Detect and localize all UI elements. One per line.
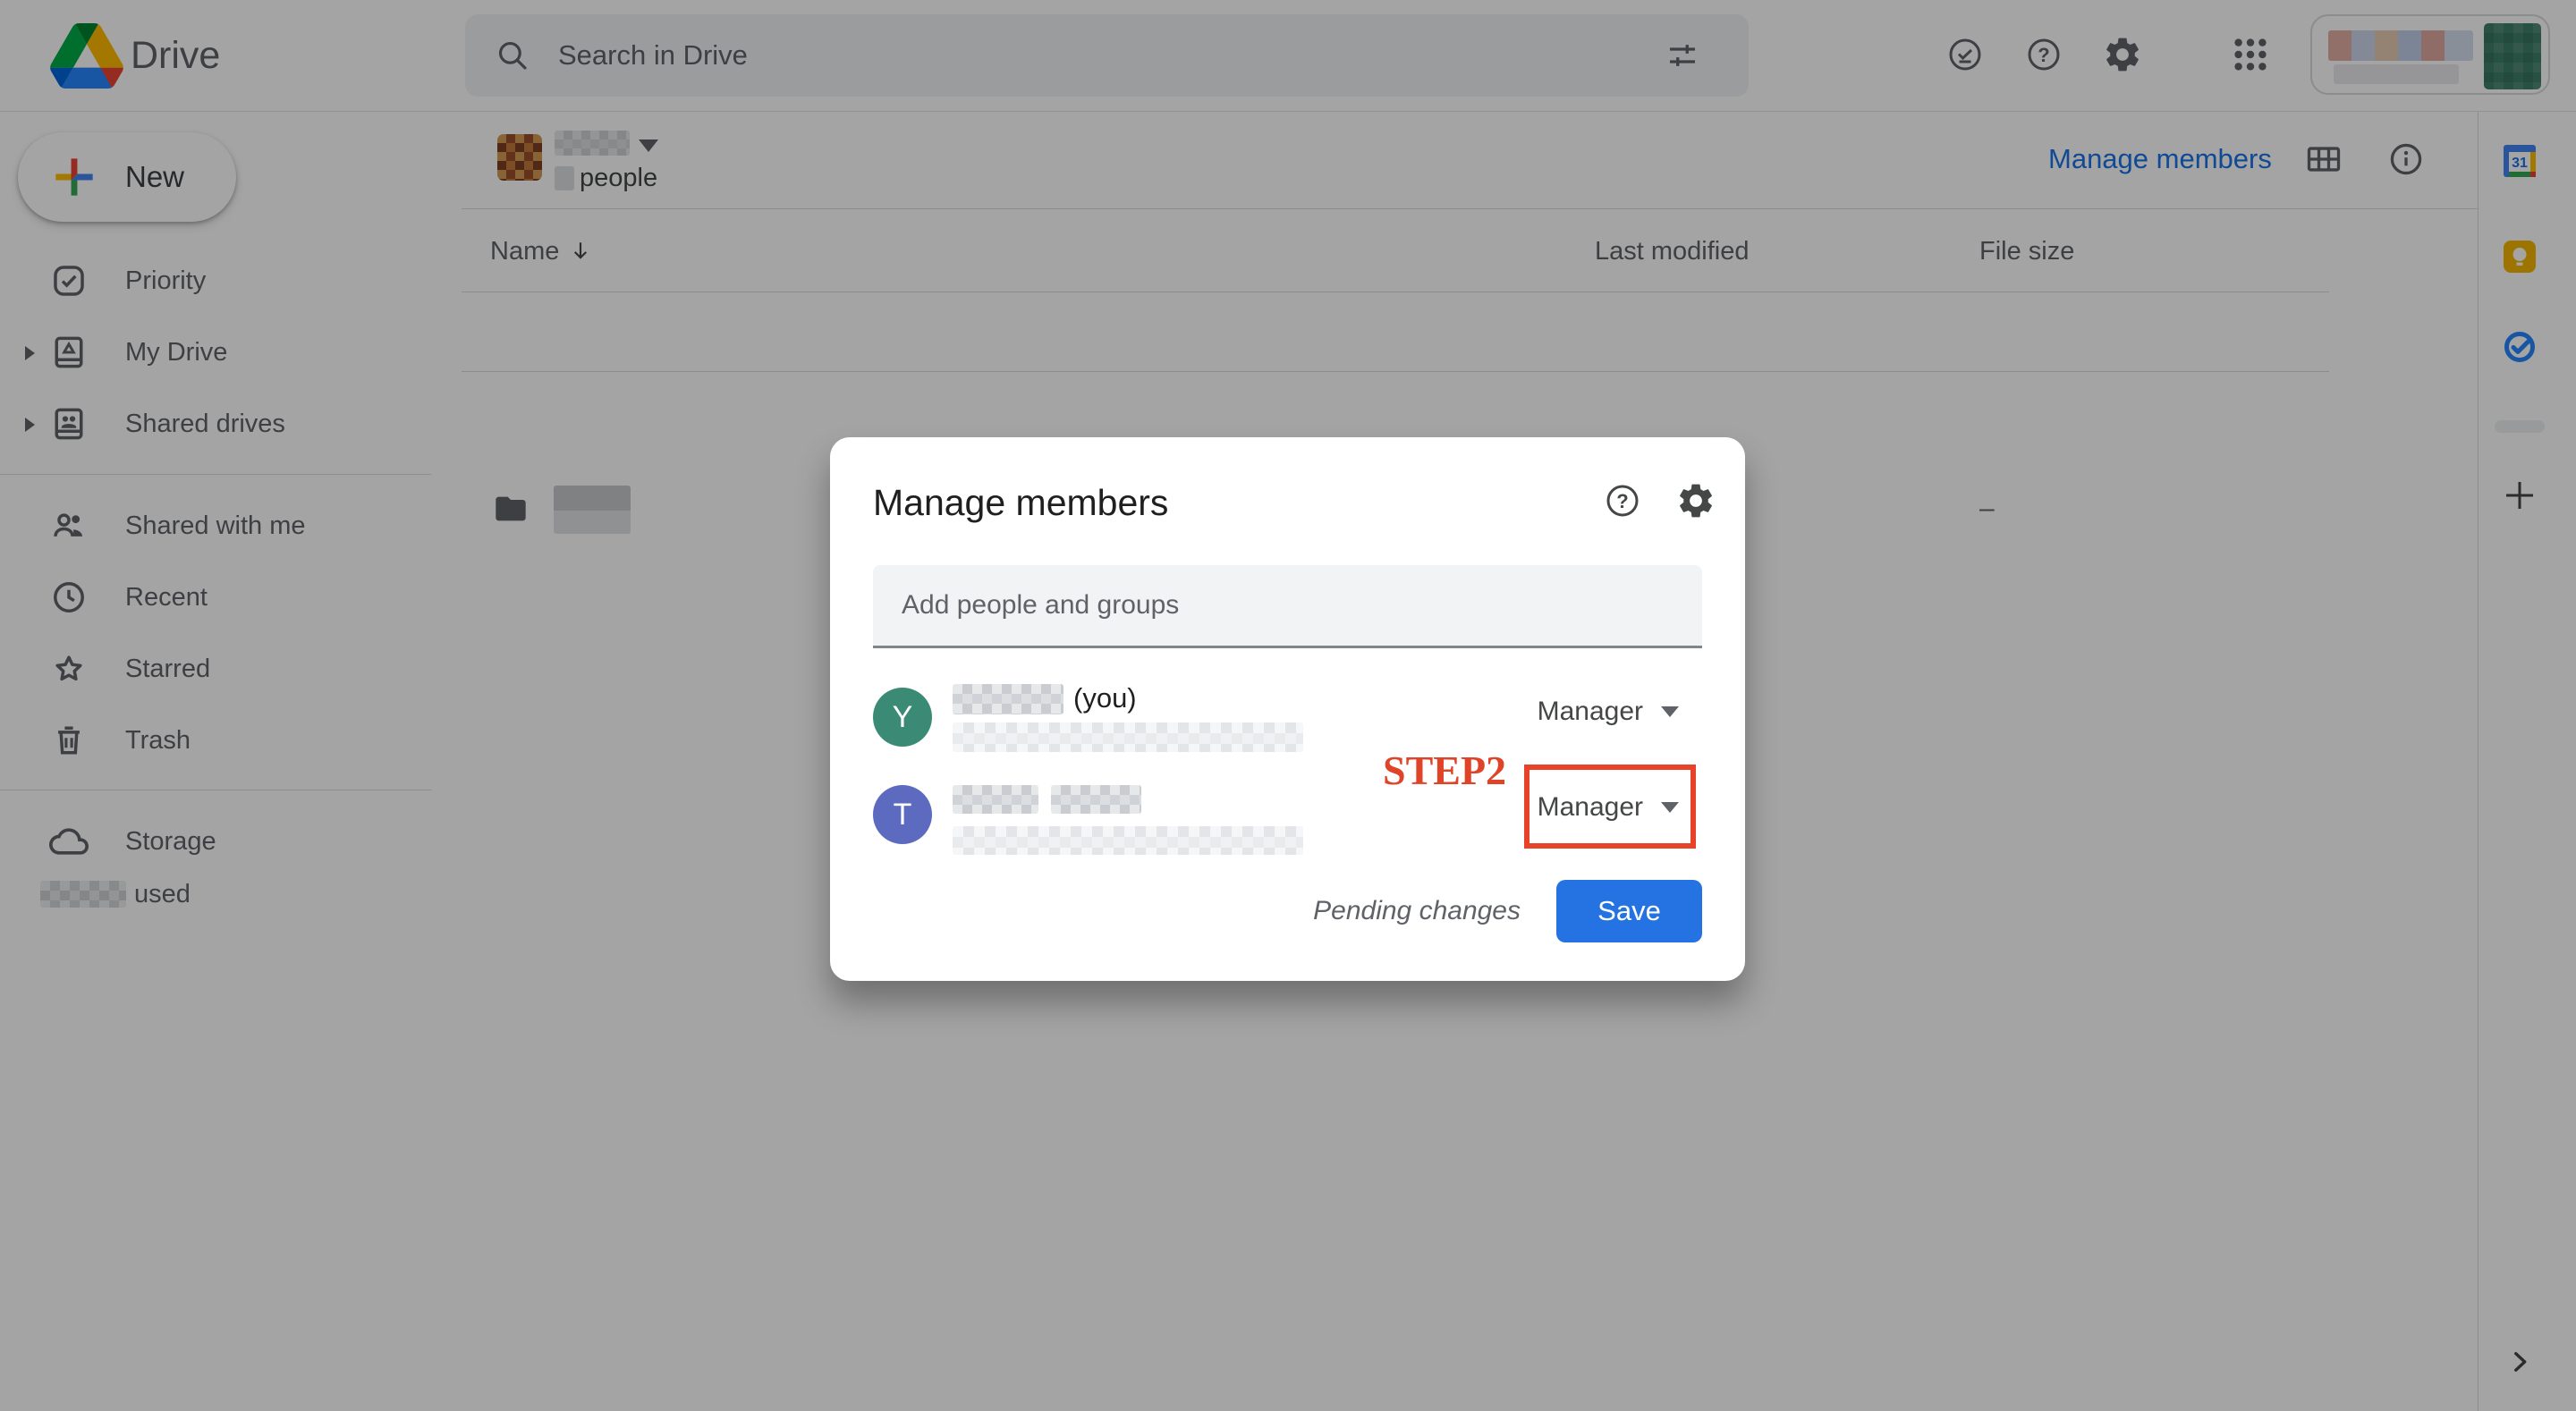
role-dropdown[interactable]: Manager xyxy=(1538,691,1679,732)
save-button[interactable]: Save xyxy=(1556,880,1702,942)
chevron-down-icon xyxy=(1661,706,1679,717)
manage-members-dialog: Manage members ? Y (you) Manager T Manag… xyxy=(830,437,1745,981)
chevron-down-icon xyxy=(1661,802,1679,813)
role-dropdown[interactable]: Manager xyxy=(1538,787,1679,828)
settings-icon[interactable] xyxy=(1675,480,1716,521)
add-people-input[interactable] xyxy=(873,565,1702,646)
help-icon[interactable]: ? xyxy=(1602,480,1643,521)
redacted-member-name xyxy=(953,785,1038,814)
role-value: Manager xyxy=(1538,691,1643,732)
redacted-member-email xyxy=(953,722,1303,752)
member-avatar: Y xyxy=(873,688,932,747)
redacted-member-name xyxy=(953,684,1063,714)
add-people-field[interactable] xyxy=(873,565,1702,648)
pending-changes-label: Pending changes xyxy=(1313,896,1521,926)
dialog-footer: Pending changes Save xyxy=(1313,880,1702,942)
member-avatar: T xyxy=(873,785,932,844)
redacted-member-name xyxy=(1051,785,1141,814)
svg-text:?: ? xyxy=(1616,490,1628,512)
role-value: Manager xyxy=(1538,787,1643,828)
dialog-title: Manage members xyxy=(873,479,1168,526)
member-you-label: (you) xyxy=(1073,680,1137,716)
step2-label: STEP2 xyxy=(1383,749,1508,792)
redacted-member-email xyxy=(953,826,1303,855)
